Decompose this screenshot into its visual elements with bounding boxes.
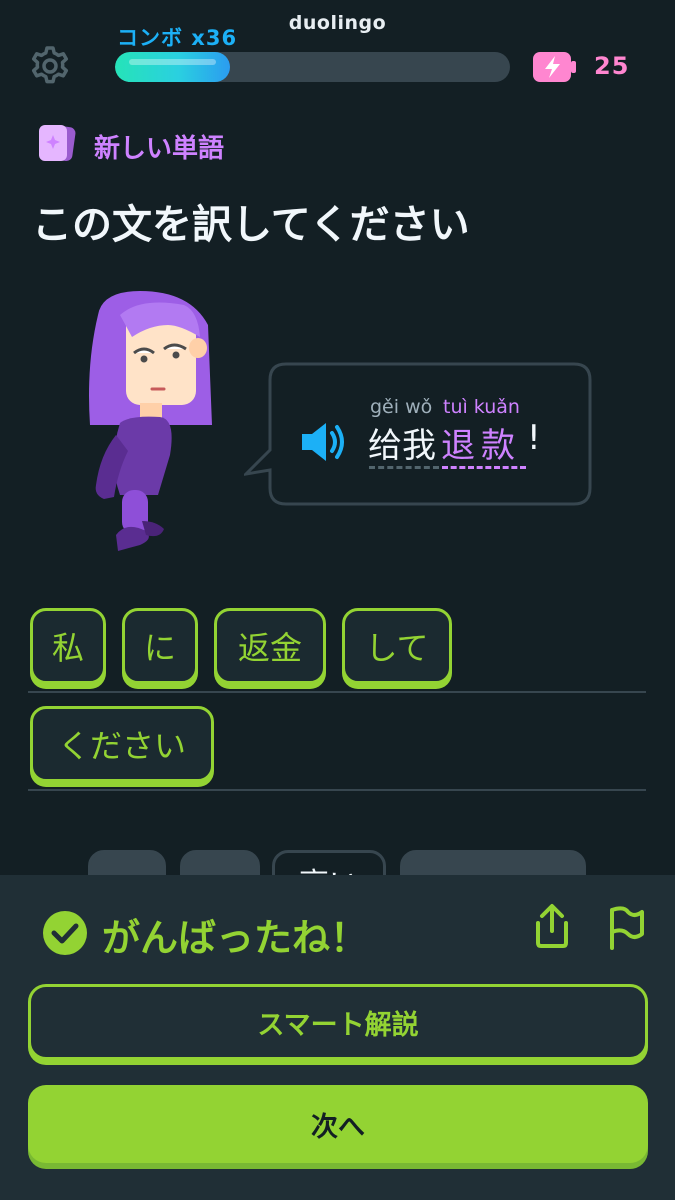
next-button[interactable]: 次へ	[28, 1085, 648, 1163]
hanzi-underline	[369, 466, 439, 469]
hanzi-highlight[interactable]: 退款	[441, 418, 521, 467]
feedback-message: がんばったね！	[102, 916, 369, 960]
speaker-icon[interactable]	[298, 420, 348, 464]
new-word-label: 新しい単語	[94, 134, 225, 164]
share-icon[interactable]	[530, 903, 574, 949]
answer-tile[interactable]: して	[342, 608, 452, 684]
hanzi-normal[interactable]: 给我	[368, 418, 436, 467]
answer-tile[interactable]: 返金	[214, 608, 326, 684]
energy-count: 25	[594, 52, 630, 80]
answer-line	[28, 691, 646, 693]
progress-bar	[115, 52, 510, 82]
duolingo-watermark: duolingo	[288, 12, 387, 34]
answer-tile[interactable]: に	[122, 608, 198, 684]
page-title: この文を訳してください	[32, 202, 470, 248]
hanzi-highlight-underline	[442, 466, 526, 469]
pinyin-normal: gěi wǒ	[370, 396, 433, 418]
answer-line	[28, 789, 646, 791]
pinyin-highlight: tuì kuǎn	[443, 396, 520, 418]
hanzi-punctuation: !	[527, 418, 541, 458]
answer-tile[interactable]: 私	[30, 608, 106, 684]
gear-icon[interactable]	[28, 44, 72, 88]
combo-label: コンボ x36	[117, 26, 238, 50]
answer-tile[interactable]: ください	[30, 706, 214, 782]
new-word-icon	[36, 122, 80, 166]
check-icon	[42, 910, 88, 956]
character-illustration	[80, 285, 230, 560]
flag-icon[interactable]	[604, 904, 648, 950]
energy-icon[interactable]	[532, 50, 578, 84]
progress-fill	[115, 52, 230, 82]
smart-explanation-button[interactable]: スマート解説	[28, 984, 648, 1060]
